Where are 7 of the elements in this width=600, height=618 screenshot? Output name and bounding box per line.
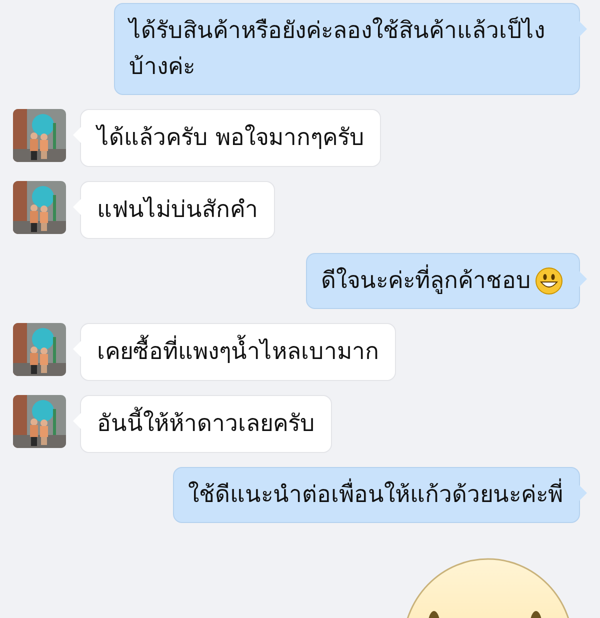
- message-text: ได้รับสินค้าหรือยังค่ะลองใช้สินค้าแล้วเป็ไง บ้างค่ะ: [129, 16, 546, 82]
- message-text: เคยซื้อที่แพงๆน้ำไหลเบามาก: [97, 334, 379, 370]
- message-text: ใช้ดีแนะนำต่อเพื่อนให้แก้วด้วยนะค่ะพี่: [188, 477, 563, 513]
- message-text: อันนี้ให้ห้าดาวเลยครับ: [97, 406, 315, 442]
- message-text: แฟนไม่บ่นสักคำ: [97, 195, 258, 225]
- message-text: ได้แล้วครับ พอใจมากๆครับ: [97, 123, 364, 153]
- message-text: ดีใจนะค่ะที่ลูกค้าชอบ: [321, 263, 531, 299]
